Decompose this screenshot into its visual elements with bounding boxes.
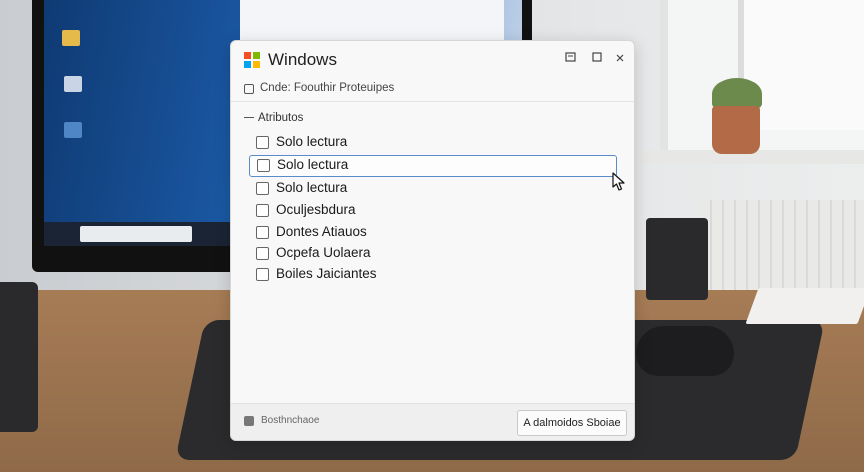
dialog-titlebar: Windows bbox=[231, 41, 634, 79]
plant-pot bbox=[712, 106, 760, 154]
radiator bbox=[700, 200, 864, 290]
attribute-item[interactable]: Solo lectura bbox=[249, 179, 615, 199]
attribute-item[interactable]: Solo lectura bbox=[249, 133, 615, 153]
dialog-subheader: Cnde: Foouthir Proteuipes bbox=[231, 79, 634, 102]
group-label-text: Atributos bbox=[258, 112, 304, 124]
windows-logo-icon bbox=[244, 52, 260, 68]
attribute-item[interactable]: Dontes Atiauos bbox=[249, 223, 615, 243]
attribute-label: Oculjesbdura bbox=[276, 202, 356, 217]
properties-icon bbox=[244, 84, 254, 94]
footer-label: Bosthnchaoe bbox=[261, 415, 320, 426]
attribute-item[interactable]: Oculjesbdura bbox=[249, 201, 615, 221]
properties-dialog: Windows Cnde: Foouthir Proteuipes Atribu… bbox=[230, 40, 635, 441]
subheader-label: Cnde: Foouthir Proteuipes bbox=[260, 82, 395, 94]
checkbox[interactable] bbox=[256, 136, 269, 149]
desktop-file-icon[interactable] bbox=[64, 76, 82, 92]
checkbox[interactable] bbox=[256, 247, 269, 260]
attribute-item-selected[interactable]: Solo lectura bbox=[249, 155, 617, 177]
checkbox[interactable] bbox=[256, 182, 269, 195]
taskbar-search-box[interactable] bbox=[80, 226, 192, 242]
dialog-footer: Bosthnchaoe A dalmoidos Sboiae bbox=[231, 403, 634, 440]
checkbox[interactable] bbox=[256, 226, 269, 239]
pen-cup bbox=[646, 218, 708, 300]
attribute-label: Boiles Jaiciantes bbox=[276, 266, 377, 281]
attribute-label: Ocpefa Uolaera bbox=[276, 245, 371, 260]
checkbox[interactable] bbox=[257, 159, 270, 172]
restore-icon[interactable] bbox=[563, 51, 579, 67]
desktop-app-icon[interactable] bbox=[64, 122, 82, 138]
room-window bbox=[660, 0, 864, 160]
attribute-item[interactable]: Ocpefa Uolaera bbox=[249, 244, 615, 264]
mouse-pointer-icon bbox=[611, 172, 627, 192]
dialog-title: Windows bbox=[268, 50, 337, 69]
computer-mouse bbox=[636, 326, 734, 376]
attribute-label: Solo lectura bbox=[276, 134, 348, 149]
attribute-label: Solo lectura bbox=[276, 180, 348, 195]
notebook bbox=[745, 288, 864, 324]
checkbox[interactable] bbox=[256, 204, 269, 217]
close-icon[interactable] bbox=[612, 51, 628, 67]
checkbox[interactable] bbox=[256, 268, 269, 281]
attribute-item[interactable]: Boiles Jaiciantes bbox=[249, 265, 615, 285]
attributes-group-label: Atributos bbox=[244, 112, 303, 124]
pen-cup-left bbox=[0, 282, 38, 432]
apply-button[interactable]: A dalmoidos Sboiae bbox=[517, 410, 627, 436]
info-icon bbox=[244, 416, 254, 426]
desktop-folder-icon[interactable] bbox=[62, 30, 80, 46]
attribute-label: Dontes Atiauos bbox=[276, 224, 367, 239]
maximize-icon[interactable] bbox=[589, 51, 605, 67]
attribute-label: Solo lectura bbox=[277, 157, 349, 172]
